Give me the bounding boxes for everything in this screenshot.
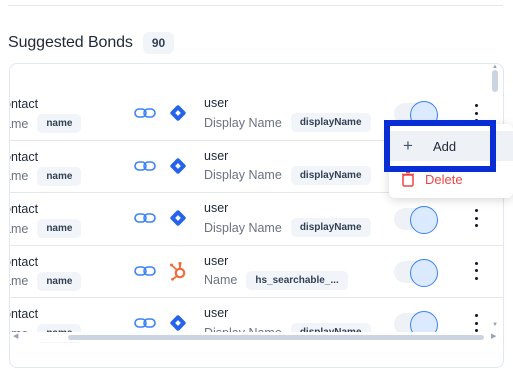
link-icon: [134, 318, 156, 328]
bond-toggle[interactable]: [394, 206, 438, 234]
hubspot-sprocket-icon: [170, 261, 186, 281]
bond-row: ontact amename user Display Name displayN…: [10, 193, 503, 246]
target-field-chip: displayName: [290, 113, 371, 132]
bond-toggle[interactable]: [394, 258, 438, 287]
section-header: Suggested Bonds 90: [8, 32, 175, 54]
top-divider: [8, 5, 503, 6]
source-field-chip: name: [37, 219, 82, 238]
target-title: user: [204, 96, 229, 110]
jira-diamond-icon: [170, 105, 186, 121]
target-field-chip: displayName: [290, 218, 371, 237]
horizontal-scrollbar[interactable]: [68, 335, 484, 340]
source-title: ontact: [10, 254, 39, 269]
link-icon: [134, 213, 156, 223]
source-field-chip: name: [37, 166, 82, 186]
delete-label: Delete: [425, 171, 463, 187]
jira-diamond-icon: [170, 210, 186, 226]
source-field-label: ame: [10, 274, 29, 288]
source-title: ontact: [10, 97, 39, 111]
link-icon: [134, 160, 156, 171]
more-options-icon[interactable]: [472, 314, 480, 332]
target-field-label: Display Name: [204, 115, 282, 130]
target-title: user: [204, 201, 229, 215]
section-title: Suggested Bonds: [8, 34, 133, 51]
target-field-chip: hs_searchable_...: [246, 270, 348, 290]
target-title: user: [204, 306, 229, 320]
source-field-label: ame: [10, 221, 29, 236]
scroll-down-arrow-icon[interactable]: ▼: [492, 322, 498, 328]
bonds-card: ontact amename user Display NamedisplayN…: [9, 63, 504, 368]
source-title: ontact: [10, 149, 39, 164]
trash-icon: [402, 171, 414, 187]
source-field-label: ame: [10, 116, 29, 131]
target-field-label: Display Name: [204, 168, 282, 182]
source-field-label: ame: [10, 169, 29, 183]
more-options-icon[interactable]: [472, 209, 480, 227]
link-icon: [134, 265, 156, 276]
source-field-chip: name: [37, 271, 82, 291]
vertical-scrollbar[interactable]: [492, 70, 498, 92]
jira-diamond-icon: [170, 157, 186, 174]
source-title: ontact: [10, 202, 39, 216]
target-title: user: [204, 148, 229, 163]
source-title: ontact: [10, 307, 39, 321]
highlight-box: [384, 120, 496, 172]
link-icon: [134, 108, 156, 118]
jira-diamond-icon: [170, 315, 186, 331]
target-field-label: Name: [204, 273, 238, 287]
target-title: user: [204, 253, 229, 268]
scroll-left-arrow-icon[interactable]: ◀: [13, 332, 18, 340]
more-options-icon[interactable]: [472, 261, 480, 280]
bond-row: ontact amename user Display NamedisplayN…: [10, 298, 503, 351]
count-badge: 90: [142, 32, 175, 54]
scroll-right-arrow-icon[interactable]: ▶: [491, 332, 496, 340]
target-field-chip: displayName: [290, 165, 371, 185]
target-field-label: Display Name: [204, 220, 282, 235]
source-field-chip: name: [37, 114, 82, 133]
bond-row: ontact amename user Name hs_searchable_..…: [10, 246, 503, 298]
